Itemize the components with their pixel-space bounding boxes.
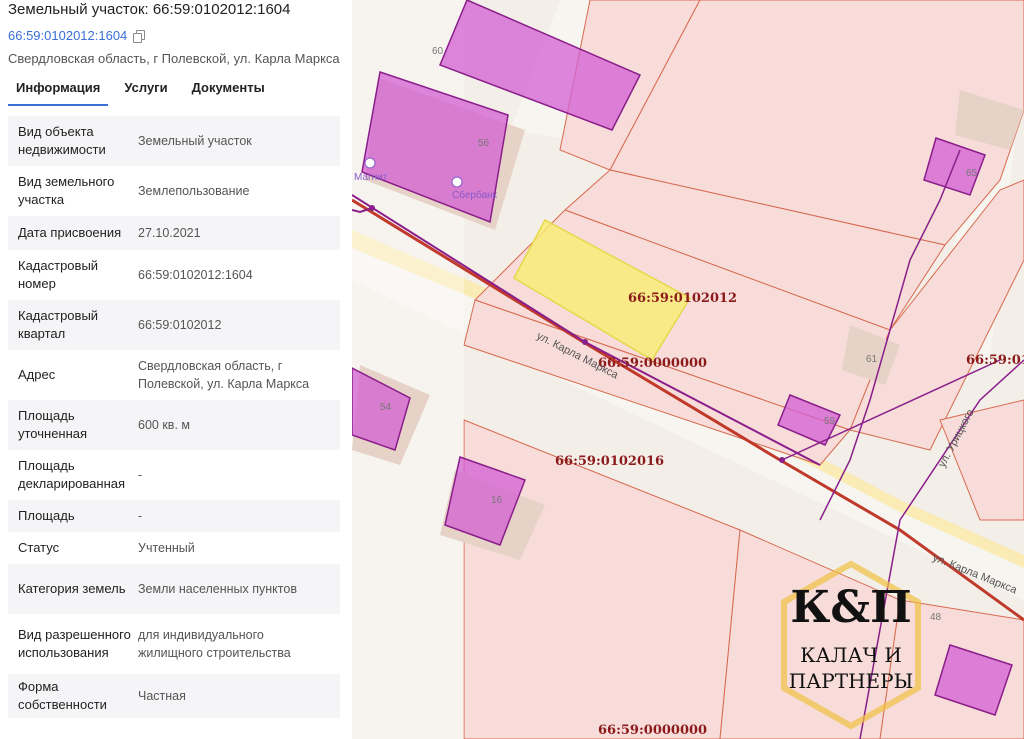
info-label: Кадастровый квартал (18, 308, 99, 341)
utility-node (582, 339, 588, 345)
info-label: Статус (18, 540, 60, 555)
info-panel: Земельный участок: 66:59:0102012:1604 66… (0, 0, 352, 739)
info-row: Площадь уточненная 600 кв. м (8, 400, 340, 450)
info-value: Земельный участок (138, 134, 252, 148)
quarter-label: 66:59:0102012 (628, 291, 737, 306)
house-number: 16 (491, 495, 503, 506)
info-row: Кадастровый квартал 66:59:0102012 (8, 300, 340, 350)
info-label: Вид объекта недвижимости (18, 124, 106, 157)
house-number: 56 (478, 138, 490, 149)
cadastral-map[interactable]: 66:59:0102012 66:59:0000000 66:59:010201… (352, 0, 1024, 739)
info-value: Частная (138, 689, 186, 703)
info-row: Категория земель Земли населенных пунктов (8, 564, 340, 614)
poi-label: Магнит (354, 172, 388, 183)
info-value: - (138, 468, 143, 482)
tab-bar: Информация Услуги Документы (8, 76, 289, 106)
info-row: Статус Учтенный (8, 532, 340, 564)
info-label: Категория земель (18, 581, 126, 596)
tab-information[interactable]: Информация (8, 76, 109, 106)
poi-icon (364, 157, 376, 169)
info-value: - (138, 509, 143, 523)
quarter-label: 66:59:0000000 (598, 723, 707, 738)
map-canvas[interactable]: 66:59:0102012 66:59:0000000 66:59:010201… (352, 0, 1024, 739)
tab-documents[interactable]: Документы (192, 76, 265, 106)
info-label: Вид земельного участка (18, 174, 115, 207)
info-label: Площадь уточненная (18, 408, 88, 441)
info-label: Дата присвоения (18, 225, 122, 240)
tab-services[interactable]: Услуги (124, 76, 167, 106)
info-value: Земли населенных пунктов (138, 582, 297, 596)
info-value: для индивидуального жилищного строительс… (138, 628, 291, 660)
info-value: Учтенный (138, 541, 195, 555)
info-value: 600 кв. м (138, 418, 190, 432)
quarter-label: 66:59:01 (966, 353, 1024, 368)
info-row: Площадь декларированная - (8, 450, 340, 500)
poi-label: Сбербанк (452, 189, 498, 201)
info-label: Кадастровый номер (18, 258, 99, 291)
info-value: 66:59:0102012:1604 (138, 268, 253, 282)
quarter-label: 66:59:0102016 (555, 454, 664, 469)
info-row: Вид земельного участка Землепользование (8, 166, 340, 216)
info-row: Адрес Свердловская область, г Полевской, … (8, 350, 340, 400)
poi-icon (451, 176, 463, 188)
utility-node (369, 205, 375, 211)
house-number: 54 (380, 402, 392, 413)
info-label: Площадь (18, 508, 75, 523)
info-value: Свердловская область, г Полевской, ул. К… (138, 359, 310, 391)
copy-icon[interactable] (133, 29, 146, 43)
info-row: Кадастровый номер 66:59:0102012:1604 (8, 250, 340, 300)
house-number: 65 (966, 168, 978, 179)
house-number: 59 (824, 416, 836, 427)
info-label: Площадь декларированная (18, 458, 126, 491)
cadastral-number-text[interactable]: 66:59:0102012:1604 (8, 28, 127, 43)
info-label: Вид разрешенного использования (18, 627, 131, 660)
house-number: 61 (866, 354, 878, 365)
cadastral-number-link[interactable]: 66:59:0102012:1604 (8, 28, 146, 43)
info-label: Адрес (18, 367, 56, 382)
info-value: Землепользование (138, 184, 250, 198)
info-table: Вид объекта недвижимости Земельный участо… (8, 116, 340, 718)
address-subtitle: Свердловская область, г Полевской, ул. К… (8, 51, 340, 66)
house-number: 48 (930, 612, 942, 623)
info-value: 66:59:0102012 (138, 318, 222, 332)
page-title: Земельный участок: 66:59:0102012:1604 (8, 1, 291, 18)
info-row: Форма собственности Частная (8, 674, 340, 718)
house-number: 60 (432, 46, 444, 57)
info-row: Площадь - (8, 500, 340, 532)
info-row: Дата присвоения 27.10.2021 (8, 216, 340, 250)
info-value: 27.10.2021 (138, 226, 201, 240)
info-label: Форма собственности (18, 679, 107, 712)
info-row: Вид разрешенного использования для индиви… (8, 614, 340, 674)
info-row: Вид объекта недвижимости Земельный участо… (8, 116, 340, 166)
utility-node (779, 457, 785, 463)
